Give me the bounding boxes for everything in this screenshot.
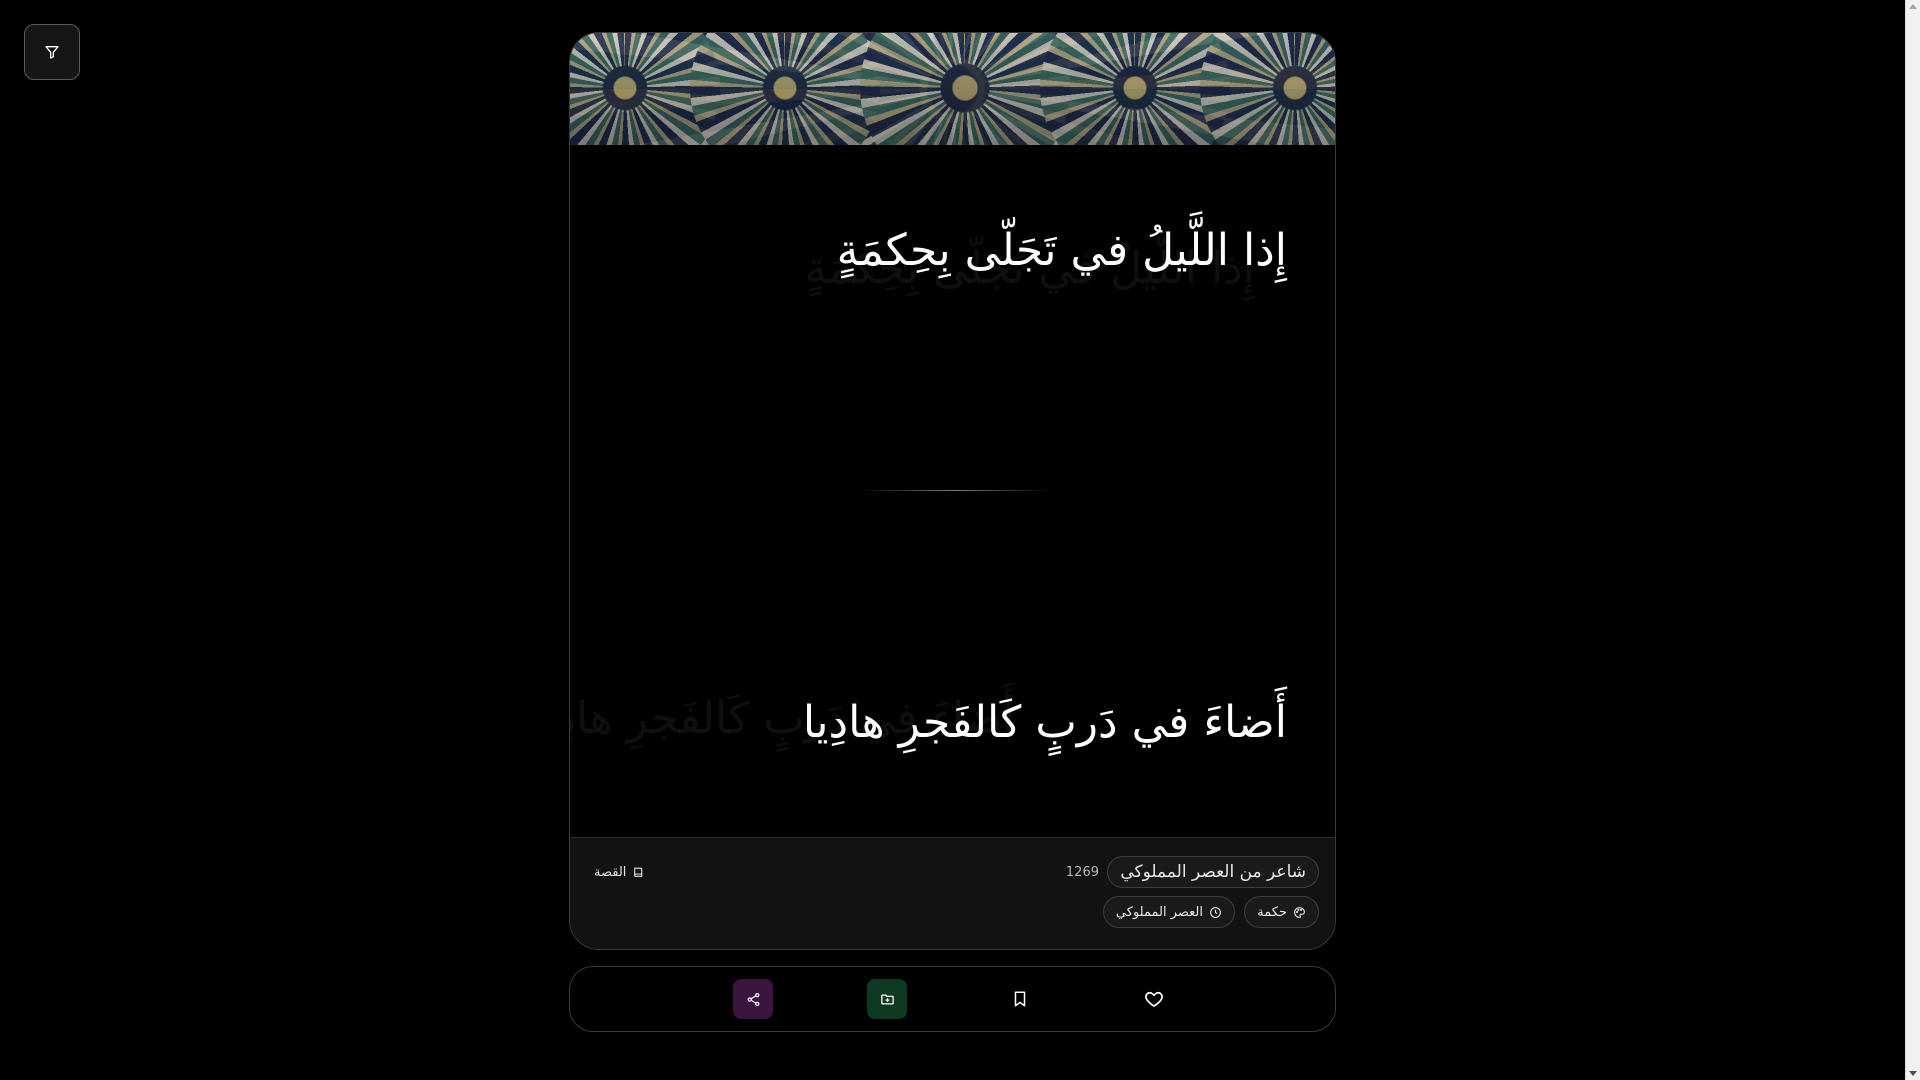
tag-chip-wisdom[interactable]: حكمة (1244, 896, 1319, 928)
heart-icon (1144, 989, 1164, 1009)
tag-chip-era[interactable]: العصر المملوكي (1102, 896, 1235, 928)
story-button[interactable]: القصة (594, 865, 645, 880)
share-button[interactable] (733, 979, 773, 1019)
like-button[interactable] (1134, 979, 1174, 1019)
action-bar (569, 966, 1336, 1032)
scroll-thumb[interactable] (1908, 14, 1918, 1066)
poem-info-bar: شاعر من العصر المملوكي 1269 حكمة العصر ا… (570, 837, 1335, 949)
share-icon (746, 992, 761, 1007)
verse-1: إِذا اللَّيلُ في تَجَلّى بِحِكمَةٍ (836, 225, 1287, 276)
tag-label: حكمة (1257, 904, 1287, 920)
scroll-down-arrow[interactable] (1909, 1071, 1917, 1076)
story-label: القصة (594, 865, 627, 880)
clock-icon (1209, 906, 1222, 919)
palette-icon (1293, 906, 1306, 919)
poet-chip[interactable]: شاعر من العصر المملوكي (1107, 856, 1319, 888)
tag-label: العصر المملوكي (1115, 904, 1203, 920)
bookmark-icon (1011, 990, 1029, 1008)
poet-date: 1269 (1065, 865, 1099, 880)
scroll-up-arrow[interactable] (1909, 4, 1917, 9)
filter-button[interactable] (24, 24, 80, 80)
add-to-collection-button[interactable] (867, 979, 907, 1019)
poem-card: إِذا اللَّيلُ في تَجَلّى بِحِكمَةٍ إِذا … (569, 32, 1336, 950)
poet-name: شاعر من العصر المملوكي (1120, 862, 1306, 882)
filter-icon (44, 44, 60, 60)
verse-2: أَضاءَ في دَربٍ كَالفَجرِ هادِيا (802, 697, 1287, 748)
folder-plus-icon (880, 992, 895, 1007)
mosaic-banner (570, 33, 1335, 145)
page-scrollbar[interactable] (1905, 0, 1920, 1080)
book-icon (632, 866, 645, 879)
verse-divider (860, 490, 1050, 491)
bookmark-button[interactable] (1000, 979, 1040, 1019)
